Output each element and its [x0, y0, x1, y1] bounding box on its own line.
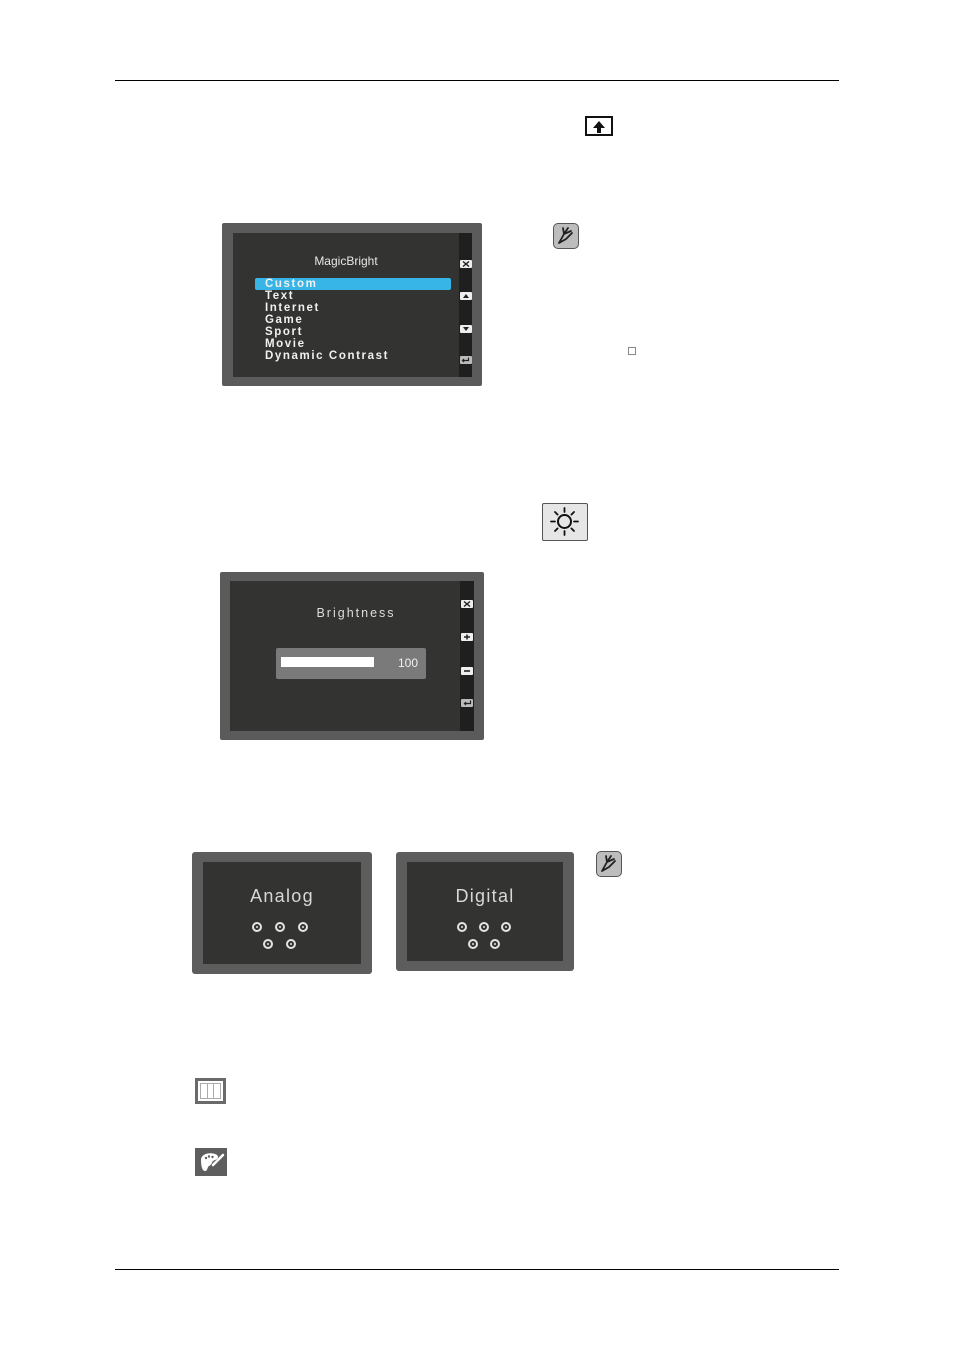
- note-pencil-icon: [553, 223, 579, 249]
- osd-side-panel: [460, 581, 474, 731]
- plus-icon[interactable]: [461, 633, 473, 641]
- osd-screen: Brightness 100: [230, 581, 462, 731]
- minus-icon[interactable]: [461, 667, 473, 675]
- note-pencil-icon: [596, 851, 622, 877]
- osd-side-panel: [459, 233, 472, 377]
- magicbright-item-sport[interactable]: Sport: [255, 326, 451, 338]
- enter-icon[interactable]: [461, 699, 473, 707]
- close-icon[interactable]: [459, 260, 472, 268]
- header-rule: [115, 80, 839, 81]
- magicbright-osd: MagicBright Custom Text Internet Game Sp…: [222, 223, 482, 386]
- magicbright-item-custom[interactable]: Custom: [255, 278, 451, 290]
- brightness-slider[interactable]: 100: [276, 648, 426, 679]
- footer-rule: [115, 1269, 839, 1270]
- enter-icon[interactable]: [459, 356, 472, 364]
- down-arrow-icon[interactable]: [459, 325, 472, 333]
- slider-fill: [281, 657, 374, 667]
- slider-track: [281, 657, 374, 667]
- osd-screen: Analog: [203, 862, 361, 964]
- sun-icon: [542, 503, 588, 541]
- magicbright-item-internet[interactable]: Internet: [255, 302, 451, 314]
- digital-source-screen: Digital: [396, 852, 574, 971]
- osd-title: MagicBright: [314, 254, 378, 268]
- magicbright-list: Custom Text Internet Game Sport Movie Dy…: [255, 278, 451, 362]
- magicbright-item-dynamic-contrast[interactable]: Dynamic Contrast: [255, 350, 451, 362]
- source-label: Digital: [455, 886, 515, 906]
- magicbright-item-movie[interactable]: Movie: [255, 338, 451, 350]
- placeholder-square-icon: [628, 347, 636, 355]
- columns-icon: [195, 1078, 226, 1104]
- magicbright-item-game[interactable]: Game: [255, 314, 451, 326]
- osd-screen: Digital: [407, 862, 563, 961]
- close-icon[interactable]: [461, 600, 473, 608]
- palette-icon: [195, 1148, 227, 1176]
- osd-title: Brightness: [316, 606, 396, 620]
- menu-up-arrow-icon: [585, 116, 613, 136]
- osd-screen: MagicBright Custom Text Internet Game Sp…: [233, 233, 469, 377]
- source-label: Analog: [250, 886, 314, 906]
- analog-source-screen: Analog: [192, 852, 372, 974]
- brightness-osd: Brightness 100: [220, 572, 484, 740]
- magicbright-item-text[interactable]: Text: [255, 290, 451, 302]
- up-arrow-icon[interactable]: [459, 292, 472, 300]
- brightness-value: 100: [397, 656, 418, 670]
